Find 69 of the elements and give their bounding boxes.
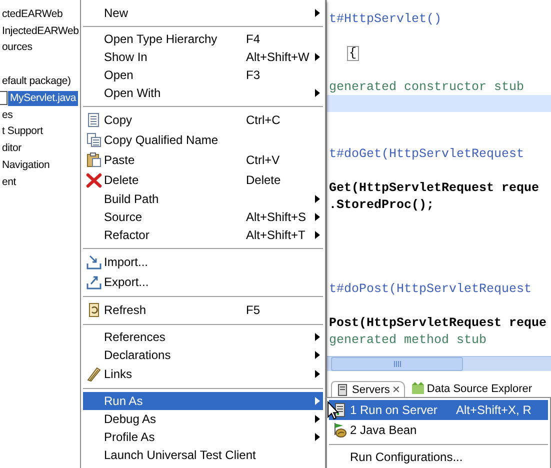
server-icon xyxy=(336,383,350,396)
menu-item[interactable]: Refresh F5 xyxy=(83,300,323,320)
menu-item[interactable]: Run As xyxy=(83,392,323,410)
tree-item[interactable]: ources xyxy=(0,40,34,56)
submenu-arrow-icon xyxy=(314,195,320,203)
code-line: Post(HttpServletRequest reque xyxy=(329,316,547,331)
delete-icon xyxy=(86,172,102,188)
menu-item[interactable]: References xyxy=(83,328,323,346)
code-line: generated constructor stub xyxy=(329,80,524,94)
panel-tab[interactable]: Servers ✕ xyxy=(331,381,405,397)
submenu-arrow-icon xyxy=(314,89,320,97)
menu-item[interactable]: Build Path xyxy=(83,190,323,208)
menu-item[interactable]: Launch Universal Test Client xyxy=(83,446,323,464)
menu-item[interactable]: Open Type Hierarchy F4 xyxy=(83,30,323,48)
copy-icon xyxy=(86,112,102,128)
tree-item[interactable]: t Support xyxy=(0,124,45,140)
menu-item[interactable]: Paste Ctrl+V xyxy=(83,150,323,170)
menu-item[interactable]: Run Configurations... xyxy=(329,448,548,466)
tree-item[interactable]: Navigation xyxy=(0,158,52,174)
tree-item[interactable]: efault package) xyxy=(0,74,73,90)
submenu-arrow-icon xyxy=(314,370,320,378)
code-line: t#HttpServlet() xyxy=(329,12,442,27)
code-line: generated method stub xyxy=(329,332,487,348)
code-line: .StoredProc(); xyxy=(329,198,434,213)
tree-item[interactable]: MyServlet.java xyxy=(8,90,78,106)
code-line: Get(HttpServletRequest reque xyxy=(329,180,540,196)
submenu-arrow-icon xyxy=(314,415,320,423)
clipboard-icon xyxy=(86,152,102,168)
menu-item[interactable]: Delete Delete xyxy=(83,170,323,190)
pen-icon xyxy=(86,366,102,382)
menu-item[interactable]: Open F3 xyxy=(83,66,323,84)
import-icon xyxy=(86,254,102,270)
scrollbar[interactable] xyxy=(327,356,551,371)
menu-item[interactable]: Import... xyxy=(83,252,323,272)
panel-tab[interactable]: Data Source Explorer xyxy=(406,381,536,396)
menu-item[interactable]: Debug As xyxy=(83,410,323,428)
code-line: t#doPost(HttpServletRequest xyxy=(329,282,532,298)
submenu-arrow-icon xyxy=(314,433,320,441)
tree-item[interactable]: ditor xyxy=(0,141,24,156)
menu-item[interactable]: Declarations xyxy=(83,346,323,364)
bean-flag-icon xyxy=(332,422,348,438)
database-icon xyxy=(410,382,425,395)
menu-item[interactable]: Copy Qualified Name xyxy=(83,130,323,150)
submenu-arrow-icon xyxy=(314,213,320,221)
menu-item[interactable]: 2 Java Bean xyxy=(329,420,548,440)
close-icon[interactable]: ✕ xyxy=(392,384,400,396)
copy-icon xyxy=(86,132,102,148)
menu-item[interactable]: Source Alt+Shift+S xyxy=(83,208,323,226)
export-icon xyxy=(86,274,102,290)
tree-item[interactable]: ent xyxy=(0,174,18,190)
menu-item[interactable]: Open With xyxy=(83,84,323,102)
tree-item[interactable]: InjectedEARWeb xyxy=(0,24,81,39)
menu-item[interactable]: Profile As xyxy=(83,428,323,446)
menu-item[interactable]: Show In Alt+Shift+W xyxy=(83,48,323,66)
code-line: t#doGet(HttpServletRequest xyxy=(329,147,524,162)
menu-item[interactable]: 1 Run on Server Alt+Shift+X, R xyxy=(329,400,548,420)
submenu-arrow-icon xyxy=(314,9,320,17)
submenu-arrow-icon xyxy=(314,231,320,239)
menu-item[interactable]: Copy Ctrl+C xyxy=(83,110,323,130)
menu-item[interactable]: Links xyxy=(83,364,323,384)
menu-item[interactable]: Refactor Alt+Shift+T xyxy=(83,226,323,244)
submenu-arrow-icon xyxy=(314,333,320,341)
menu-item[interactable]: New xyxy=(83,4,323,22)
tree-item[interactable]: ctedEARWeb xyxy=(0,6,65,22)
submenu-arrow-icon xyxy=(314,53,320,61)
submenu-arrow-icon xyxy=(314,351,320,359)
tree-item[interactable]: es xyxy=(0,108,15,123)
submenu-arrow-icon xyxy=(314,397,320,405)
menu-item[interactable]: Export... xyxy=(83,272,323,292)
